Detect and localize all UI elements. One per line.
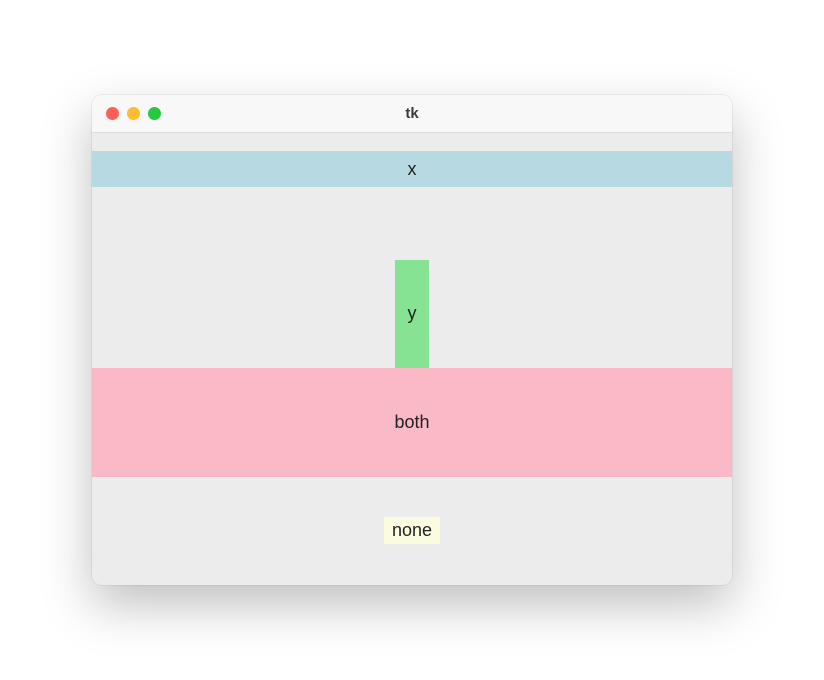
window-content: x y both none xyxy=(92,133,732,585)
row-fill-both: both xyxy=(92,368,732,477)
row-fill-y: y xyxy=(92,260,732,369)
app-window: tk x y both none xyxy=(92,95,732,585)
minimize-icon[interactable] xyxy=(127,107,140,120)
label-both: both xyxy=(92,368,732,477)
window-title: tk xyxy=(92,105,732,122)
label-y: y xyxy=(395,260,429,369)
label-none: none xyxy=(384,517,440,544)
label-x: x xyxy=(92,151,732,187)
maximize-icon[interactable] xyxy=(148,107,161,120)
titlebar: tk xyxy=(92,95,732,133)
row-fill-none: none xyxy=(92,477,732,586)
window-controls xyxy=(92,107,161,120)
close-icon[interactable] xyxy=(106,107,119,120)
row-fill-x: x xyxy=(92,133,732,260)
